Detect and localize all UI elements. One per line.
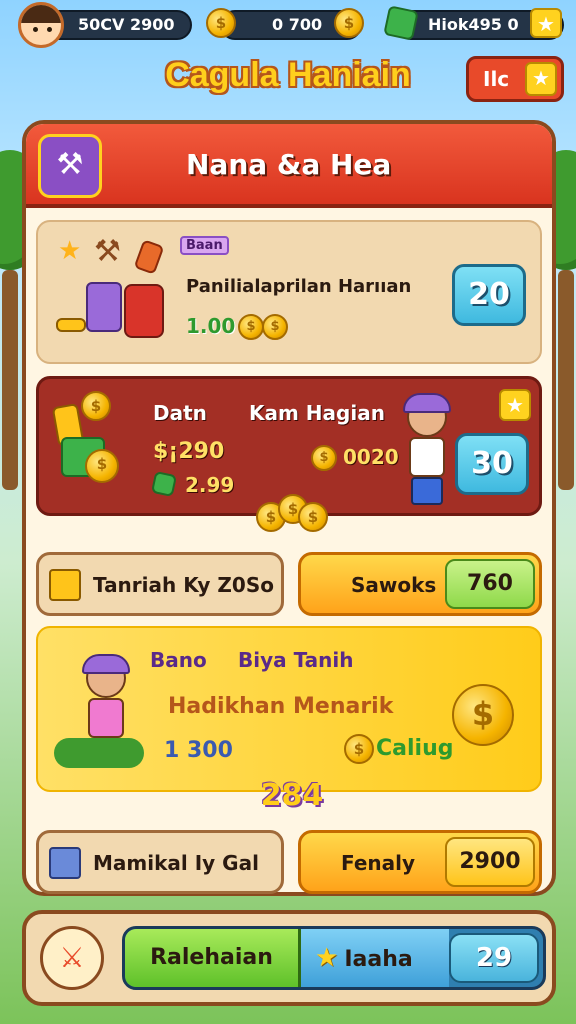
reward-label-right: Kam Hagian — [249, 401, 385, 425]
add-coin-icon[interactable]: $ — [334, 8, 364, 38]
reward-amount: $¡290 — [153, 439, 225, 464]
coin-icon: $ — [262, 314, 288, 340]
resource-bar: 50CV 2900 0 700 $ $ Hiok495 0 ★ — [0, 0, 576, 50]
coin-pile-icon: $ $ $ — [256, 494, 328, 534]
card-icon — [133, 239, 165, 275]
left-action-label: Tanriah Ky Z0So — [93, 573, 274, 597]
star-sparkle-icon: ★ — [58, 236, 82, 266]
player-avatar[interactable] — [18, 2, 64, 48]
task-name: Panilialaprilan Harııan — [186, 276, 412, 297]
secondary-action-label: Iaaha — [344, 947, 413, 972]
category-tag: Baan — [180, 236, 229, 255]
top-right-button[interactable]: Ilc ★ — [466, 56, 564, 102]
featured-claim-button[interactable]: Caliug — [376, 736, 453, 761]
bottom-value: 29 — [449, 933, 539, 983]
pickaxe-icon: ⚒ — [94, 234, 121, 269]
right-action-button[interactable]: Sawoks 760 — [298, 552, 542, 616]
quest-panel: ⚒ Nana &a Hea ★ ⚒ Baan Panilialaprilan H… — [22, 120, 556, 896]
reward-label-left: Datn — [153, 401, 207, 425]
coin-icon: $ — [344, 734, 374, 764]
map-icon — [86, 282, 122, 332]
coin-icon: $ — [238, 314, 264, 340]
coin-icon: $ — [81, 391, 111, 421]
panel-header: ⚒ Nana &a Hea — [26, 124, 552, 208]
left-action-button[interactable]: Tanriah Ky Z0So — [36, 552, 284, 616]
left-action-label-2: Mamikal Iy Gal — [93, 851, 259, 875]
featured-reward-card[interactable]: Bano Biya Tanih Hadikhan Menarik 1 300 $… — [36, 626, 542, 792]
sword-icon[interactable]: ⚔ — [40, 926, 104, 990]
star-badge-icon: ★ — [525, 62, 557, 96]
box-icon — [49, 847, 81, 879]
coin-icon: $ — [206, 8, 236, 38]
daily-task-card[interactable]: ★ ⚒ Baan Panilialaprilan Harııan 1.00 $ … — [36, 220, 542, 364]
panel-title: Nana &a Hea — [186, 148, 392, 181]
star-icon[interactable]: ★ — [530, 8, 562, 38]
top-right-label: Ilc — [483, 67, 510, 91]
featured-subtitle: Hadikhan Menarik — [168, 694, 394, 719]
bottom-action-bar[interactable]: Ralehaian ★ Iaaha 29 — [122, 926, 546, 990]
gem-stat-value: Hiok495 0 — [428, 15, 519, 34]
task-value-button[interactable]: 20 — [452, 264, 526, 326]
character-boy — [399, 393, 455, 507]
backpack-icon — [124, 284, 164, 338]
right-action-label: Sawoks — [351, 573, 437, 597]
star-icon: ★ — [315, 943, 339, 973]
right-action-button-2[interactable]: Fenaly 2900 — [298, 830, 542, 894]
gem-icon — [383, 5, 419, 41]
coin-pile-icon: $ — [85, 449, 119, 483]
gold-bar-icon — [56, 318, 86, 332]
big-coin-icon: $ — [452, 684, 514, 746]
right-action-value: 760 — [445, 559, 535, 609]
bottom-bar: ⚔ Ralehaian ★ Iaaha 29 — [22, 910, 556, 1006]
featured-label-right: Biya Tanih — [238, 648, 354, 672]
player-stat-value: 50CV 2900 — [78, 15, 175, 34]
coin-icon: $ — [311, 445, 337, 471]
right-action-value-2: 2900 — [445, 837, 535, 887]
left-action-button-2[interactable]: Mamikal Iy Gal — [36, 830, 284, 894]
hammer-icon[interactable]: ⚒ — [38, 134, 102, 198]
coin-amount: 0020 — [343, 445, 399, 469]
count-badge: 284 — [260, 778, 324, 813]
featured-label-left: Bano — [150, 648, 207, 672]
right-action-label-2: Fenaly — [341, 851, 416, 875]
secondary-action[interactable]: ★ Iaaha — [301, 929, 449, 987]
star-icon[interactable]: ★ — [499, 389, 531, 421]
gem-amount: 2.99 — [185, 473, 235, 497]
box-icon — [49, 569, 81, 601]
gem-icon — [150, 470, 178, 498]
reward-value-button[interactable]: 30 — [455, 433, 529, 495]
featured-amount: 1 300 — [164, 738, 233, 763]
bush-icon — [54, 738, 144, 768]
primary-action-label[interactable]: Ralehaian — [125, 929, 301, 987]
task-reward: 1.00 — [186, 314, 236, 338]
coin-stat-value: 0 700 — [272, 15, 323, 34]
